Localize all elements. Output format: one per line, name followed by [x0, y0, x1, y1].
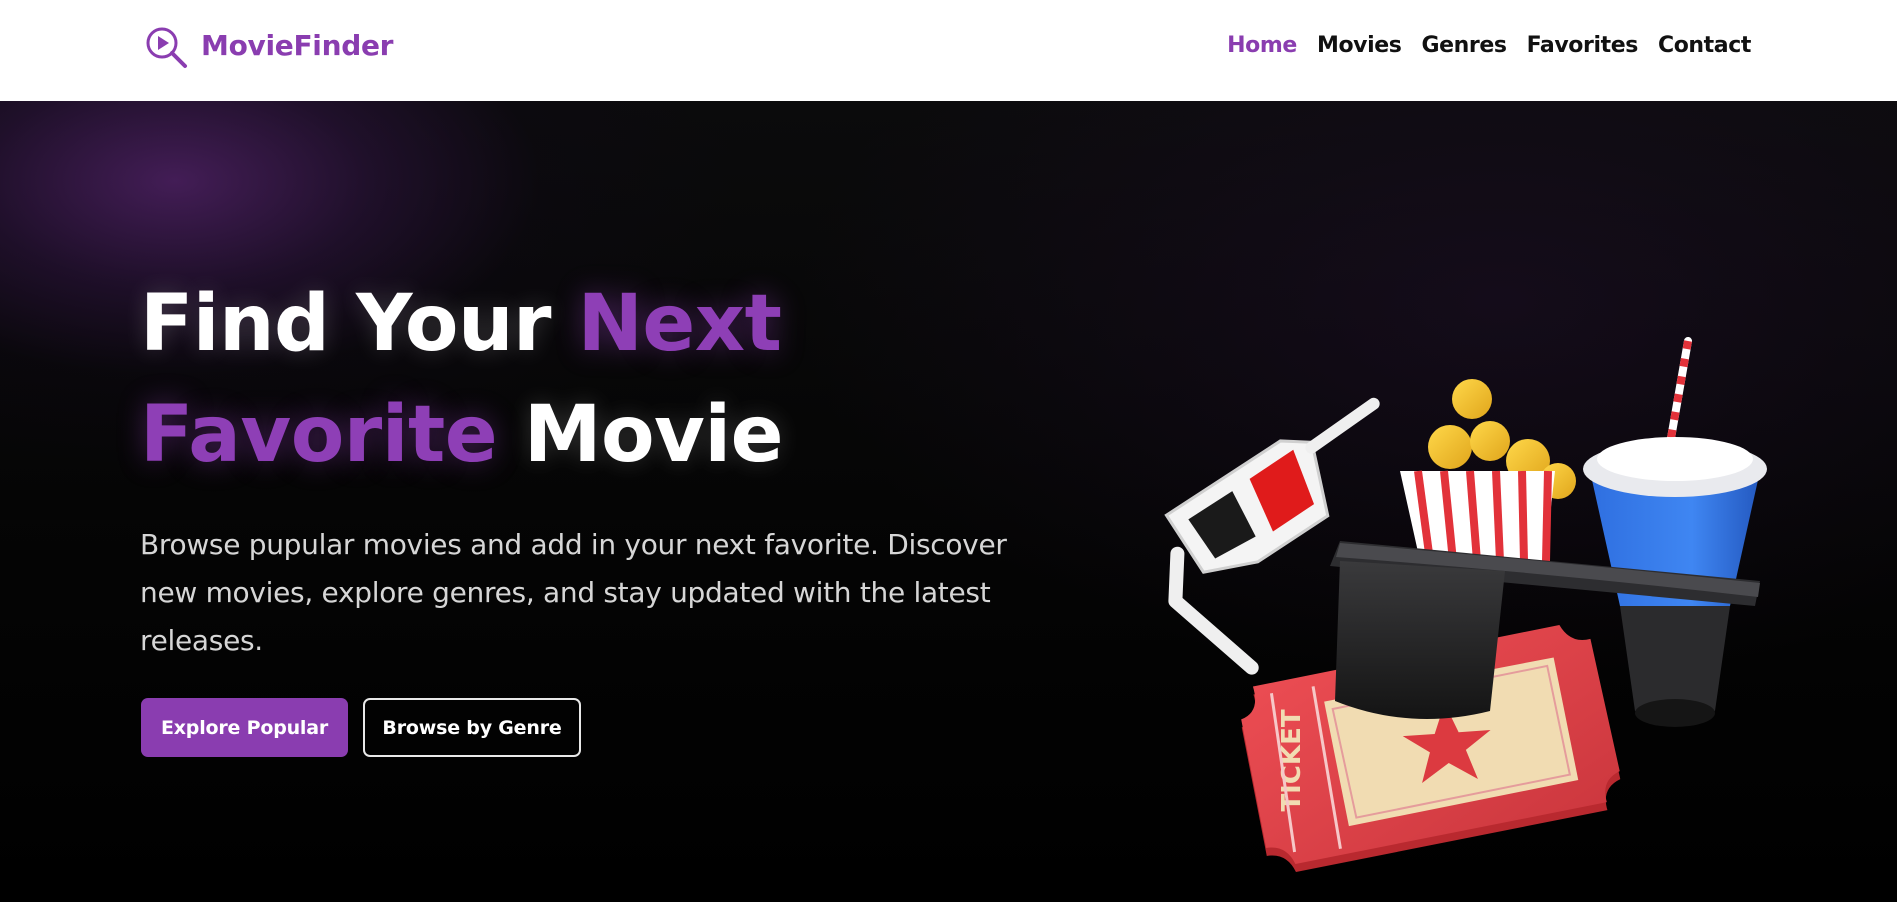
browse-by-genre-button[interactable]: Browse by Genre [363, 698, 581, 757]
hero-title-part1: Find Your [140, 279, 578, 369]
hero-title-part4: Movie [497, 390, 784, 480]
main-nav: Home Movies Genres Favorites Contact [1227, 33, 1751, 58]
nav-item-contact[interactable]: Contact [1658, 33, 1751, 58]
hero-section: Find Your Next Favorite Movie Browse pupu… [0, 101, 1897, 902]
nav-item-movies[interactable]: Movies [1317, 33, 1402, 58]
nav-item-favorites[interactable]: Favorites [1527, 33, 1639, 58]
explore-popular-button[interactable]: Explore Popular [141, 698, 348, 757]
hero-title: Find Your Next Favorite Movie [140, 269, 784, 491]
cinema-3d-glasses-popcorn-ticket-drink-icon: TICKET [1164, 337, 1767, 872]
brand-name: MovieFinder [201, 28, 394, 62]
nav-item-genres[interactable]: Genres [1421, 33, 1507, 58]
brand-logo[interactable]: MovieFinder [145, 26, 393, 72]
hero-buttons: Explore Popular Browse by Genre [141, 698, 581, 757]
hero-title-part3: Favorite [140, 390, 498, 480]
hero-title-part2: Next [577, 279, 782, 369]
search-play-icon [146, 27, 187, 68]
navbar: MovieFinder Home Movies Genres Favorites… [0, 0, 1897, 101]
nav-item-home[interactable]: Home [1227, 33, 1297, 58]
hero-description: Browse pupular movies and add in your ne… [140, 528, 1007, 657]
